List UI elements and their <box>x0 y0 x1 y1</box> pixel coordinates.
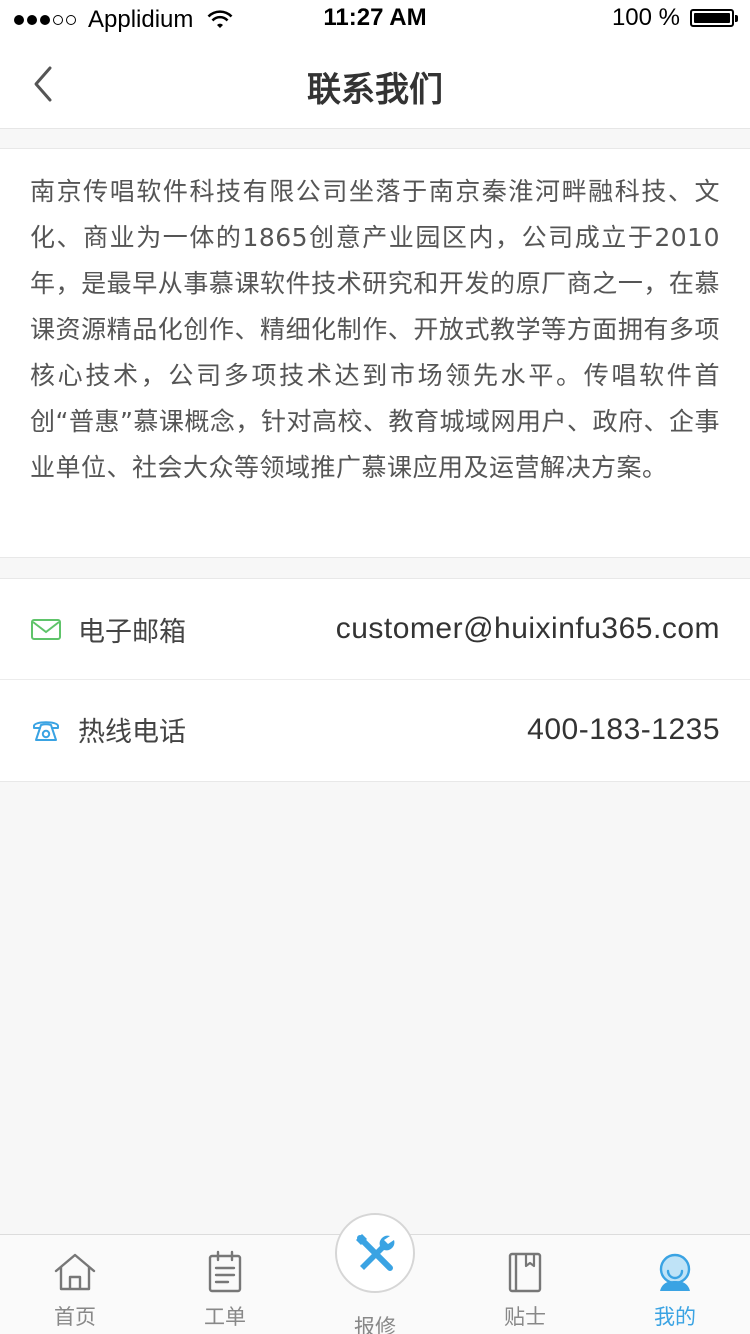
hotline-row[interactable]: 热线电话 400-183-1235 <box>0 679 750 779</box>
hotline-value[interactable]: 400-183-1235 <box>527 713 720 747</box>
navigation-bar: 联系我们 <box>0 40 750 129</box>
status-right: 100 % <box>611 4 738 32</box>
email-row[interactable]: 电子邮箱 customer@huixinfu365.com <box>0 579 750 679</box>
telephone-icon <box>33 720 59 741</box>
tab-repair-label: 报修 <box>354 1315 396 1334</box>
clipboard-icon <box>208 1250 242 1293</box>
battery-percent: 100 % <box>611 4 680 31</box>
mail-icon <box>31 619 61 640</box>
company-intro-text: 南京传唱软件科技有限公司坐落于南京秦淮河畔融科技、文化、商业为一体的1865创意… <box>30 177 720 482</box>
tab-home-label: 首页 <box>54 1305 96 1329</box>
bookmark-book-icon <box>508 1252 542 1293</box>
tab-workorder[interactable]: 工单 <box>150 1235 300 1334</box>
tab-mine-label: 我的 <box>654 1305 696 1329</box>
repair-button-circle[interactable] <box>335 1213 415 1293</box>
tab-workorder-label: 工单 <box>204 1305 246 1329</box>
tab-tips-label: 贴士 <box>504 1305 546 1329</box>
bottom-tab-bar: 首页 工单 报修 贴士 我的 <box>0 1213 750 1334</box>
tab-tips[interactable]: 贴士 <box>450 1235 600 1334</box>
battery-icon <box>690 9 738 27</box>
app-root: Applidium 11:27 AM 100 % 联系我们 南京传唱软件科技有限… <box>0 0 750 1334</box>
tab-mine[interactable]: 我的 <box>600 1235 750 1334</box>
contact-section: 电子邮箱 customer@huixinfu365.com 热线电话 400-1… <box>0 578 750 782</box>
company-intro-section: 南京传唱软件科技有限公司坐落于南京秦淮河畔融科技、文化、商业为一体的1865创意… <box>0 148 750 558</box>
tab-home[interactable]: 首页 <box>0 1235 150 1334</box>
email-value[interactable]: customer@huixinfu365.com <box>336 612 720 646</box>
page-title: 联系我们 <box>307 70 443 110</box>
email-label: 电子邮箱 <box>78 616 186 648</box>
tab-repair[interactable]: 报修 <box>300 1213 450 1334</box>
home-icon <box>54 1253 96 1291</box>
hotline-label: 热线电话 <box>78 717 186 748</box>
tools-icon <box>356 1234 395 1271</box>
status-bar: Applidium 11:27 AM 100 % <box>0 0 750 40</box>
user-avatar-icon <box>659 1253 691 1291</box>
